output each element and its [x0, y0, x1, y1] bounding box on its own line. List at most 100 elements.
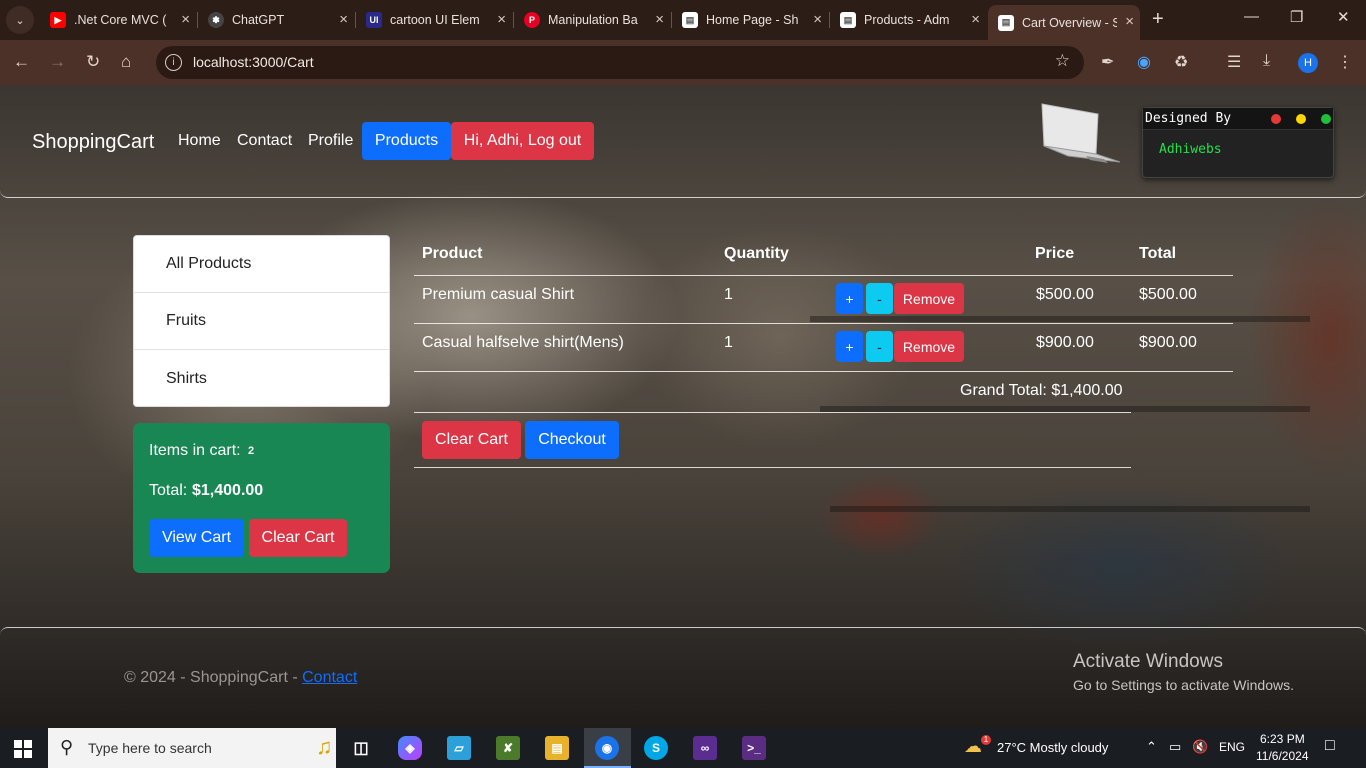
- forward-icon[interactable]: →: [49, 52, 66, 72]
- sidebar-clear-cart-button[interactable]: Clear Cart: [249, 519, 347, 557]
- close-tab-icon[interactable]: ×: [497, 11, 506, 28]
- network-icon[interactable]: ▭: [1169, 739, 1181, 755]
- media-control-icon[interactable]: ☰: [1227, 52, 1241, 72]
- row2-decrease-button[interactable]: -: [866, 331, 893, 362]
- yellow-dot-icon: [1296, 114, 1306, 124]
- logout-button[interactable]: Hi, Adhi, Log out: [451, 122, 594, 160]
- category-all-products[interactable]: All Products: [134, 236, 389, 293]
- close-tab-icon[interactable]: ×: [339, 11, 348, 28]
- checkout-button[interactable]: Checkout: [525, 421, 619, 459]
- tab-title: Manipulation Ba: [548, 13, 638, 27]
- designer-title: Designed By: [1145, 111, 1232, 126]
- volume-muted-icon[interactable]: 🔇: [1192, 739, 1208, 755]
- total-label: Total:: [149, 482, 188, 499]
- page-icon: ▤: [682, 12, 698, 28]
- category-fruits[interactable]: Fruits: [134, 293, 389, 350]
- browser-tab[interactable]: UI cartoon UI Elem ×: [356, 6, 512, 34]
- bookmark-star-icon[interactable]: ☆: [1055, 51, 1070, 71]
- laptop-icon: [1041, 103, 1121, 163]
- weather-text[interactable]: 27°C Mostly cloudy: [997, 740, 1108, 755]
- browser-tab[interactable]: ▶ .Net Core MVC ( ×: [40, 6, 196, 34]
- clock-time[interactable]: 6:23 PM: [1260, 732, 1305, 746]
- window-close-icon[interactable]: ✕: [1337, 8, 1350, 26]
- chrome-icon[interactable]: ◉: [595, 736, 619, 760]
- page-icon: ▤: [840, 12, 856, 28]
- reload-icon[interactable]: ↻: [86, 52, 100, 72]
- weather-icon[interactable]: ☁: [964, 736, 982, 757]
- windows-start-icon[interactable]: [14, 740, 32, 758]
- tab-title: Products - Adm: [864, 13, 950, 27]
- visual-studio-icon[interactable]: ∞: [693, 736, 717, 760]
- designer-name: Adhiwebs: [1159, 142, 1222, 157]
- language-indicator[interactable]: ENG: [1219, 740, 1245, 754]
- page-icon: ▤: [998, 14, 1014, 31]
- grand-total: Grand Total: $1,400.00: [960, 382, 1123, 399]
- new-tab-icon[interactable]: +: [1152, 8, 1164, 31]
- search-icon: ⚲: [60, 737, 74, 757]
- clear-cart-button[interactable]: Clear Cart: [422, 421, 521, 459]
- skype-icon[interactable]: S: [644, 736, 668, 760]
- tools-app-icon[interactable]: ✘: [496, 736, 520, 760]
- chevron-up-icon[interactable]: ⌃: [1146, 739, 1157, 755]
- row1-product: Premium casual Shirt: [422, 286, 575, 303]
- url-text[interactable]: localhost:3000/Cart: [193, 54, 314, 70]
- extensions-puzzle-icon[interactable]: ♻: [1174, 52, 1188, 72]
- browser-tab[interactable]: ✽ ChatGPT ×: [198, 6, 354, 34]
- clock-date[interactable]: 11/6/2024: [1256, 749, 1309, 763]
- browser-toolbar: ← → ↻ ⌂ i localhost:3000/Cart ☆ ✒ ◉ ♻ ☰ …: [0, 40, 1366, 86]
- category-list: All Products Fruits Shirts: [133, 235, 390, 407]
- items-in-cart-label: Items in cart:: [149, 442, 241, 459]
- file-explorer-icon[interactable]: ▤: [545, 736, 569, 760]
- nav-profile[interactable]: Profile: [308, 132, 353, 150]
- terminal-icon[interactable]: >_: [742, 736, 766, 760]
- restore-icon[interactable]: ❐: [1290, 8, 1303, 26]
- browser-tab[interactable]: ▤ Home Page - Sh ×: [672, 6, 828, 34]
- back-icon[interactable]: ←: [13, 52, 30, 72]
- browser-tab-active[interactable]: ▤ Cart Overview - S ×: [988, 5, 1140, 40]
- tab-search-chevron-icon[interactable]: ⌄: [6, 6, 34, 34]
- close-tab-icon[interactable]: ×: [655, 11, 664, 28]
- eyedropper-extension-icon[interactable]: ✒: [1101, 52, 1114, 72]
- nav-contact[interactable]: Contact: [237, 132, 292, 150]
- profile-avatar[interactable]: H: [1298, 53, 1318, 73]
- browser-tab[interactable]: ▤ Products - Adm ×: [830, 6, 986, 34]
- products-button[interactable]: Products: [362, 122, 451, 160]
- home-icon[interactable]: ⌂: [121, 52, 131, 72]
- items-count-badge: 2: [248, 445, 255, 457]
- row1-total: $500.00: [1139, 286, 1197, 303]
- download-icon[interactable]: ⤓: [1263, 52, 1270, 70]
- extension-globe-icon[interactable]: ◉: [1137, 52, 1151, 72]
- minimize-icon[interactable]: —: [1244, 8, 1259, 25]
- brand-logo[interactable]: ShoppingCart: [32, 131, 154, 154]
- view-cart-button[interactable]: View Cart: [149, 519, 244, 557]
- close-tab-icon[interactable]: ×: [1125, 13, 1134, 30]
- row1-remove-button[interactable]: Remove: [894, 283, 964, 314]
- row2-increase-button[interactable]: +: [836, 331, 863, 362]
- app-icon[interactable]: ▱: [447, 736, 471, 760]
- site-info-icon[interactable]: i: [165, 54, 182, 71]
- notification-icon[interactable]: □: [1325, 737, 1335, 755]
- table-divider: [414, 371, 1233, 372]
- category-shirts[interactable]: Shirts: [134, 350, 389, 407]
- nav-home[interactable]: Home: [178, 132, 221, 150]
- address-bar[interactable]: i localhost:3000/Cart ☆: [156, 46, 1084, 79]
- row1-increase-button[interactable]: +: [836, 283, 863, 314]
- table-divider: [414, 412, 1131, 413]
- saxophone-icon: ♫: [316, 734, 333, 759]
- task-view-icon[interactable]: ◫: [349, 736, 373, 760]
- header-total: Total: [1139, 245, 1177, 262]
- chatgpt-icon: ✽: [208, 12, 224, 28]
- taskbar-search-box[interactable]: ⚲ Type here to search ♫: [48, 728, 336, 768]
- browser-tab[interactable]: P Manipulation Ba ×: [514, 6, 670, 34]
- taskbar-search-placeholder: Type here to search: [88, 740, 212, 756]
- close-tab-icon[interactable]: ×: [971, 11, 980, 28]
- designer-card-header: Designed By: [1143, 108, 1333, 130]
- footer-contact-link[interactable]: Contact: [302, 669, 357, 686]
- close-tab-icon[interactable]: ×: [181, 11, 190, 28]
- row2-remove-button[interactable]: Remove: [894, 331, 964, 362]
- cart-summary-card: Items in cart: Total: $1,400.00 View Car…: [133, 423, 390, 573]
- row1-decrease-button[interactable]: -: [866, 283, 893, 314]
- copilot-icon[interactable]: ◈: [398, 736, 422, 760]
- more-menu-icon[interactable]: ⋮: [1337, 52, 1353, 72]
- close-tab-icon[interactable]: ×: [813, 11, 822, 28]
